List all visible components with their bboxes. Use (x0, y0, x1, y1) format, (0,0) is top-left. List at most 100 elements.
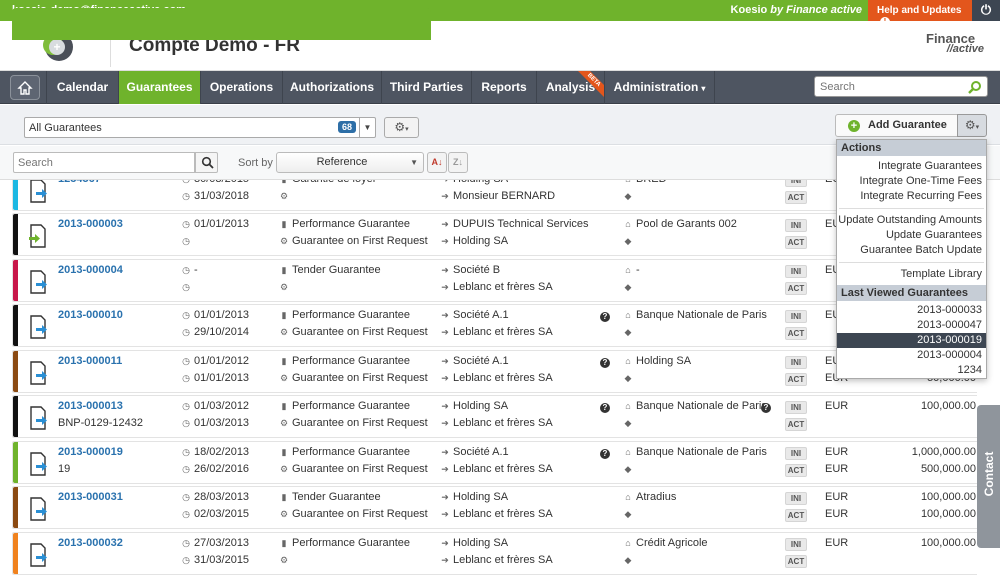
outgoing-document-icon (30, 452, 47, 476)
guarantee-type: ▮ Performance Guarantee (279, 537, 411, 549)
menu-integrate-recurring-fees[interactable]: Integrate Recurring Fees (837, 189, 986, 204)
nav-administration[interactable]: Administration ▾ (604, 71, 714, 104)
menu-integrate-one-time-fees[interactable]: Integrate One-Time Fees (837, 174, 986, 189)
table-row[interactable]: 1234567 ◷30/03/2015 ◷31/03/2018 ▮Garantie d… (12, 180, 977, 211)
party-icon: ➜ (441, 219, 449, 229)
help-icon[interactable]: ? (600, 447, 610, 459)
menu-integrate-guarantees[interactable]: Integrate Guarantees (837, 159, 986, 174)
nav-guarantees[interactable]: Guarantees (118, 71, 200, 104)
beta-badge: BETA (578, 71, 604, 97)
clock-icon: ◷ (182, 538, 190, 548)
tag-icon: ◆ (624, 373, 632, 383)
start-date: ◷ 28/03/2013 (182, 491, 250, 503)
home-button[interactable] (10, 75, 40, 100)
gear-icon: ⚙ (279, 555, 289, 565)
table-row[interactable]: 2013-000003 ◷ 01/01/2013 ◷ ▮ Performance Guar… (12, 213, 977, 256)
search-icon[interactable] (968, 80, 982, 94)
bookmark-icon: ▮ (281, 310, 287, 320)
help-icon[interactable]: ? (761, 401, 771, 413)
bank-name: ⌂ Crédit Agricole (623, 537, 707, 549)
nav-third-parties[interactable]: Third Parties (381, 71, 471, 104)
table-row[interactable]: 2013-000004 ◷ - ◷ ▮ Tender Guarantee ⚙ ➜ Société… (12, 259, 977, 302)
table-row[interactable]: 2013-000031 ◷ 28/03/2013 ◷ 02/03/2015 ▮ Tender… (12, 486, 977, 529)
menu-batch-update[interactable]: Guarantee Batch Update (837, 243, 986, 258)
sign-in-icon: ➔ (441, 555, 449, 565)
menu-template-library[interactable]: Template Library (837, 267, 986, 282)
guarantee-id-link[interactable]: 2013-000010 (58, 309, 123, 321)
tag-icon: ◆ (624, 555, 632, 565)
outgoing-document-icon (30, 361, 47, 385)
table-row[interactable]: 2013-000010 ◷ 01/01/2013 ◷ 29/10/2014 ▮ Perfor… (12, 304, 977, 347)
table-row[interactable]: 2013-000032 ◷ 27/03/2013 ◷ 31/03/2015 ▮ Perfor… (12, 532, 977, 575)
last-viewed-item[interactable]: 2013-000019 (837, 333, 986, 348)
ini-badge: INI (785, 180, 807, 187)
guarantee-id-link[interactable]: 2013-000019 (58, 446, 123, 458)
clock-icon: ◷ (182, 447, 190, 457)
help-icon[interactable]: ? (600, 310, 610, 322)
sort-ascending-button[interactable]: A↓ (427, 152, 447, 173)
table-row[interactable]: 2013-000019 19 ◷ 18/02/2013 ◷ 26/02/2016 ▮ Perf… (12, 441, 977, 484)
principal-party: ➜Holding SA (441, 400, 509, 412)
table-row[interactable]: 2013-000013 BNP-0129-12432 ◷ 01/03/2012 ◷ 01/… (12, 395, 977, 438)
currency: EUR (825, 491, 849, 503)
nav-operations[interactable]: Operations (200, 71, 282, 104)
filter-settings-button[interactable]: ⚙▾ (384, 117, 419, 138)
last-viewed-item[interactable]: 1234 (837, 363, 986, 378)
end-date: ◷ 01/01/2013 (182, 372, 250, 384)
nav-authorizations[interactable]: Authorizations (282, 71, 381, 104)
menu-update-outstanding[interactable]: Update Outstanding Amounts (837, 213, 986, 228)
last-viewed-item[interactable]: 2013-000004 (837, 348, 986, 363)
list-search[interactable] (13, 152, 195, 173)
contact-tab[interactable]: Contact (977, 405, 1000, 548)
start-date: ◷ 01/01/2013 (182, 218, 250, 230)
chevron-down-icon[interactable]: ▼ (359, 118, 375, 137)
guarantee-id-link[interactable]: 2013-000032 (58, 537, 123, 549)
bookmark-icon: ▮ (281, 356, 287, 366)
list-search-button[interactable] (195, 152, 218, 173)
global-search[interactable] (814, 76, 988, 97)
amount: 100,000.00 (920, 491, 976, 503)
start-date: ◷ 18/02/2013 (182, 446, 250, 458)
status-color-bar (13, 442, 18, 483)
end-date: ◷ 31/03/2015 (182, 554, 250, 566)
nav-calendar[interactable]: Calendar (46, 71, 118, 104)
amount: 100,000.00 (920, 537, 976, 549)
guarantee-id-link[interactable]: 2013-000003 (58, 218, 123, 230)
party-icon: ➜ (441, 356, 449, 366)
global-search-input[interactable] (815, 77, 965, 96)
ini-badge: INI (785, 356, 807, 369)
beneficiary-party: ➔ Leblanc et frères SA (441, 417, 553, 429)
menu-update-guarantees[interactable]: Update Guarantees (837, 228, 986, 243)
guarantee-id-link[interactable]: 2013-000011 (58, 355, 122, 367)
filter-selected-value: All Guarantees (29, 122, 102, 134)
bank-name: ⌂ Pool de Garants 002 (623, 218, 737, 230)
sort-select[interactable]: Reference ▼ (276, 152, 424, 173)
power-icon[interactable]: ⏻ (972, 0, 1000, 21)
last-viewed-item[interactable]: 2013-000033 (837, 303, 986, 318)
actions-menu-button[interactable]: ⚙▾ (957, 114, 987, 137)
help-updates-button[interactable]: Help and Updates! (868, 0, 972, 27)
status-color-bar (13, 487, 18, 528)
clock-icon: ◷ (182, 401, 190, 411)
help-icon[interactable]: ? (600, 356, 610, 368)
bookmark-icon: ▮ (281, 401, 287, 411)
list-search-input[interactable] (14, 153, 190, 172)
principal-party: ➜Holding SA (440, 180, 508, 185)
currency: EUR (825, 446, 849, 458)
guarantee-id-link[interactable]: 1234567 (58, 180, 101, 185)
clock-icon: ◷ (182, 265, 190, 275)
guarantee-id-link[interactable]: 2013-000013 (58, 400, 123, 412)
sign-in-icon: ➔ (441, 327, 449, 337)
status-color-bar (13, 396, 18, 437)
guarantee-filter-select[interactable]: All Guarantees 68 ▼ (24, 117, 376, 138)
guarantee-id-link[interactable]: 2013-000004 (58, 264, 123, 276)
nav-reports[interactable]: Reports (471, 71, 536, 104)
help-icon[interactable]: ? (600, 401, 610, 413)
guarantee-list: 1234567 ◷30/03/2015 ◷31/03/2018 ▮Garantie d… (12, 180, 977, 584)
status-color-bar (13, 180, 18, 210)
table-row[interactable]: 2013-000011 ◷ 01/01/2012 ◷ 01/01/2013 ▮ Perfor… (12, 350, 977, 393)
add-guarantee-button[interactable]: + Add Guarantee (835, 114, 958, 137)
sort-descending-button[interactable]: Z↓ (448, 152, 468, 173)
last-viewed-item[interactable]: 2013-000047 (837, 318, 986, 333)
guarantee-id-link[interactable]: 2013-000031 (58, 491, 123, 503)
